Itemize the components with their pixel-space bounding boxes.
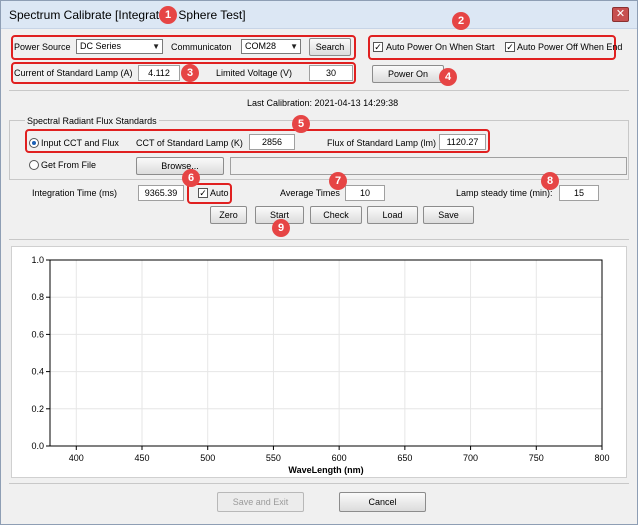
x-axis-label: WaveLength (nm) bbox=[288, 465, 363, 475]
badge-6: 6 bbox=[182, 169, 200, 187]
y-tick-label: 0.6 bbox=[31, 329, 44, 339]
divider bbox=[9, 90, 629, 91]
input-cct-radio[interactable] bbox=[29, 138, 39, 148]
save-and-exit-button[interactable]: Save and Exit bbox=[217, 492, 304, 512]
power-source-value: DC Series bbox=[80, 41, 122, 51]
x-tick-label: 750 bbox=[529, 453, 544, 463]
x-tick-label: 450 bbox=[134, 453, 149, 463]
power-source-label: Power Source bbox=[14, 42, 71, 52]
check-button[interactable]: Check bbox=[310, 206, 362, 224]
cct-label: CCT of Standard Lamp (K) bbox=[136, 138, 243, 148]
power-on-button[interactable]: Power On bbox=[372, 65, 444, 83]
auto-power-off-checkbox[interactable]: ✓ bbox=[505, 42, 515, 52]
y-tick-label: 0.2 bbox=[31, 404, 44, 414]
y-tick-label: 0.0 bbox=[31, 441, 44, 451]
badge-9: 9 bbox=[272, 219, 290, 237]
flux-label: Flux of Standard Lamp (lm) bbox=[327, 138, 437, 148]
badge-3: 3 bbox=[181, 64, 199, 82]
get-from-file-label: Get From File bbox=[41, 160, 97, 170]
window-title: Spectrum Calibrate [Integration Sphere T… bbox=[9, 8, 246, 22]
last-calibration-text: Last Calibration: 2021-04-13 14:29:38 bbox=[247, 98, 399, 108]
chevron-down-icon: ▼ bbox=[290, 42, 298, 51]
spectrum-chart: 400 450 500 550 600 650 700 750 800 0.0 0.2 0.4 0.6 0… bbox=[31, 255, 609, 475]
plot-frame bbox=[49, 259, 603, 447]
steady-time-input[interactable]: 15 bbox=[559, 185, 599, 201]
comm-label: Communicaton bbox=[171, 42, 232, 52]
auto-integration-label: Auto bbox=[210, 188, 229, 198]
badge-1: 1 bbox=[159, 6, 177, 24]
limited-voltage-input[interactable]: 30 bbox=[309, 65, 353, 81]
badge-8: 8 bbox=[541, 172, 559, 190]
x-tick-label: 700 bbox=[463, 453, 478, 463]
y-tick-label: 0.8 bbox=[31, 292, 44, 302]
zero-button[interactable]: Zero bbox=[210, 206, 247, 224]
standards-group-label: Spectral Radiant Flux Standards bbox=[25, 116, 159, 126]
auto-integration-checkbox[interactable]: ✓ bbox=[198, 188, 208, 198]
calibrate-window: Spectrum Calibrate [Integration Sphere T… bbox=[0, 0, 638, 525]
flux-input[interactable]: 1120.27 bbox=[439, 134, 486, 150]
x-tick-label: 600 bbox=[332, 453, 347, 463]
file-path-field[interactable] bbox=[230, 157, 627, 175]
spectrum-plot-panel: 400 450 500 550 600 650 700 750 800 0.0 0.2 0.4 0.6 0… bbox=[11, 246, 627, 478]
average-times-label: Average Times bbox=[280, 188, 340, 198]
divider bbox=[9, 483, 629, 484]
y-tick-label: 0.4 bbox=[31, 367, 44, 377]
integration-time-label: Integration Time (ms) bbox=[32, 188, 118, 198]
badge-5: 5 bbox=[292, 115, 310, 133]
close-button[interactable]: ✕ bbox=[612, 7, 629, 22]
steady-time-label: Lamp steady time (min): bbox=[456, 188, 553, 198]
integration-time-input[interactable]: 9365.39 bbox=[138, 185, 184, 201]
cancel-button[interactable]: Cancel bbox=[339, 492, 426, 512]
x-tick-label: 550 bbox=[266, 453, 281, 463]
input-cct-label: Input CCT and Flux bbox=[41, 138, 119, 148]
cct-input[interactable]: 2856 bbox=[249, 134, 295, 150]
power-source-select[interactable]: DC Series ▼ bbox=[76, 39, 163, 54]
chevron-down-icon: ▼ bbox=[152, 42, 160, 51]
comm-port-select[interactable]: COM28 ▼ bbox=[241, 39, 301, 54]
browse-button[interactable]: Browse... bbox=[136, 157, 224, 175]
auto-power-on-checkbox[interactable]: ✓ bbox=[373, 42, 383, 52]
badge-2: 2 bbox=[452, 12, 470, 30]
title-bar: Spectrum Calibrate [Integration Sphere T… bbox=[1, 1, 637, 29]
auto-power-off-label: Auto Power Off When End bbox=[517, 42, 623, 52]
x-tick-label: 500 bbox=[200, 453, 215, 463]
lamp-current-input[interactable]: 4.112 bbox=[138, 65, 180, 81]
lamp-current-label: Current of Standard Lamp (A) bbox=[14, 68, 133, 78]
divider bbox=[9, 239, 629, 240]
average-times-input[interactable]: 10 bbox=[345, 185, 385, 201]
badge-4: 4 bbox=[439, 68, 457, 86]
search-button[interactable]: Search bbox=[309, 38, 351, 56]
y-tick-label: 1.0 bbox=[31, 255, 44, 265]
get-from-file-radio[interactable] bbox=[29, 160, 39, 170]
load-button[interactable]: Load bbox=[367, 206, 418, 224]
comm-port-value: COM28 bbox=[245, 41, 277, 51]
x-tick-label: 400 bbox=[69, 453, 84, 463]
x-tick-label: 650 bbox=[397, 453, 412, 463]
badge-7: 7 bbox=[329, 172, 347, 190]
save-button[interactable]: Save bbox=[423, 206, 474, 224]
auto-power-on-label: Auto Power On When Start bbox=[386, 42, 495, 52]
limited-voltage-label: Limited Voltage (V) bbox=[216, 68, 293, 78]
x-tick-label: 800 bbox=[594, 453, 609, 463]
